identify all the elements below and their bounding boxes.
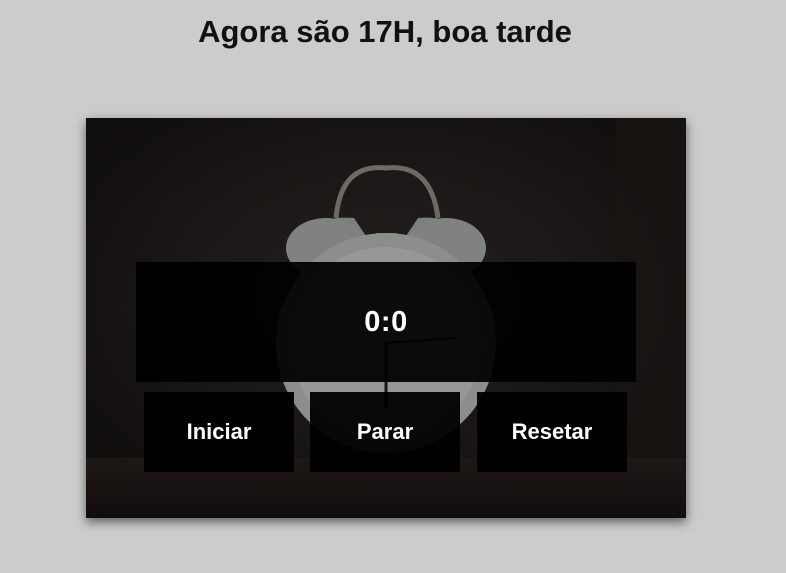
timer-display: 0:0 xyxy=(136,262,636,382)
stopwatch-card: 0:0 Iniciar Parar Resetar xyxy=(86,118,686,518)
stop-button[interactable]: Parar xyxy=(310,392,460,472)
page-title: Agora são 17H, boa tarde xyxy=(198,14,572,49)
start-button[interactable]: Iniciar xyxy=(144,392,294,472)
reset-button[interactable]: Resetar xyxy=(477,392,627,472)
timer-value: 0:0 xyxy=(364,305,408,338)
